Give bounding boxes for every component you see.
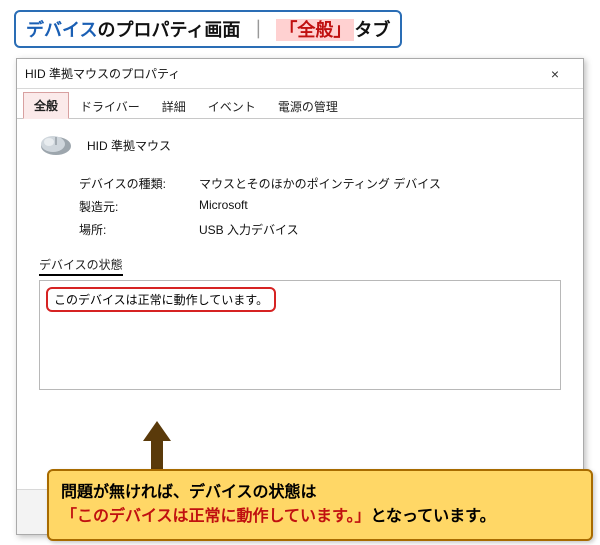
device-status-legend: デバイスの状態 xyxy=(39,256,123,276)
tab-strip: 全般 ドライバー 詳細 イベント 電源の管理 xyxy=(17,89,583,119)
titlebar: HID 準拠マウスのプロパティ × xyxy=(17,59,583,89)
tab-events[interactable]: イベント xyxy=(197,93,267,119)
device-status-text: このデバイスは正常に動作しています。 xyxy=(54,293,268,307)
tab-driver[interactable]: ドライバー xyxy=(69,93,151,119)
caption-separator: ｜ xyxy=(249,20,267,40)
properties-dialog: HID 準拠マウスのプロパティ × 全般 ドライバー 詳細 イベント 電源の管理… xyxy=(16,58,584,535)
tab-general[interactable]: 全般 xyxy=(23,92,69,119)
tab-power[interactable]: 電源の管理 xyxy=(267,93,349,119)
device-status-group: デバイスの状態 このデバイスは正常に動作しています。 xyxy=(39,256,561,390)
caption-tab-plain: タブ xyxy=(354,20,390,40)
kv-mfr-label: 製造元: xyxy=(79,198,199,215)
close-icon: × xyxy=(551,66,559,82)
callout-l1b: デバイスの状態 xyxy=(189,484,301,501)
kv-loc-label: 場所: xyxy=(79,221,199,238)
annotation-callout: 問題が無ければ、デバイスの状態は 「このデバイスは正常に動作しています。」となっ… xyxy=(47,469,593,541)
device-name: HID 準拠マウス xyxy=(87,137,171,154)
callout-l2a: 「このデバイスは正常に動作しています。」 xyxy=(61,508,370,525)
kv-type-value: マウスとそのほかのポインティング デバイス xyxy=(199,175,441,192)
tab-details[interactable]: 詳細 xyxy=(151,93,197,119)
kv-row-manufacturer: 製造元: Microsoft xyxy=(79,198,561,215)
callout-l2b: となっています。 xyxy=(370,508,495,525)
page-caption: デバイスのプロパティ画面 ｜ 「全般」タブ xyxy=(14,10,402,48)
device-status-box[interactable]: このデバイスは正常に動作しています。 xyxy=(39,280,561,390)
device-status-highlight: このデバイスは正常に動作しています。 xyxy=(46,287,276,312)
kv-row-type: デバイスの種類: マウスとそのほかのポインティング デバイス xyxy=(79,175,561,192)
close-button[interactable]: × xyxy=(535,60,575,88)
kv-row-location: 場所: USB 入力デバイス xyxy=(79,221,561,238)
kv-loc-value: USB 入力デバイス xyxy=(199,221,299,238)
device-keyvalues: デバイスの種類: マウスとそのほかのポインティング デバイス 製造元: Micr… xyxy=(79,175,561,238)
mouse-icon xyxy=(39,133,73,157)
kv-mfr-value: Microsoft xyxy=(199,198,248,215)
caption-plain1: のプロパティ画面 xyxy=(97,20,240,40)
callout-l1c: は xyxy=(301,484,317,501)
dialog-title: HID 準拠マウスのプロパティ xyxy=(25,65,535,82)
caption-device: デバイス xyxy=(26,20,97,40)
tab-body-general: HID 準拠マウス デバイスの種類: マウスとそのほかのポインティング デバイス… xyxy=(17,119,583,489)
callout-l1a: 問題が無ければ、 xyxy=(61,484,189,501)
caption-tab-highlight: 「全般」 xyxy=(276,19,354,41)
kv-type-label: デバイスの種類: xyxy=(79,175,199,192)
device-header: HID 準拠マウス xyxy=(39,133,561,157)
